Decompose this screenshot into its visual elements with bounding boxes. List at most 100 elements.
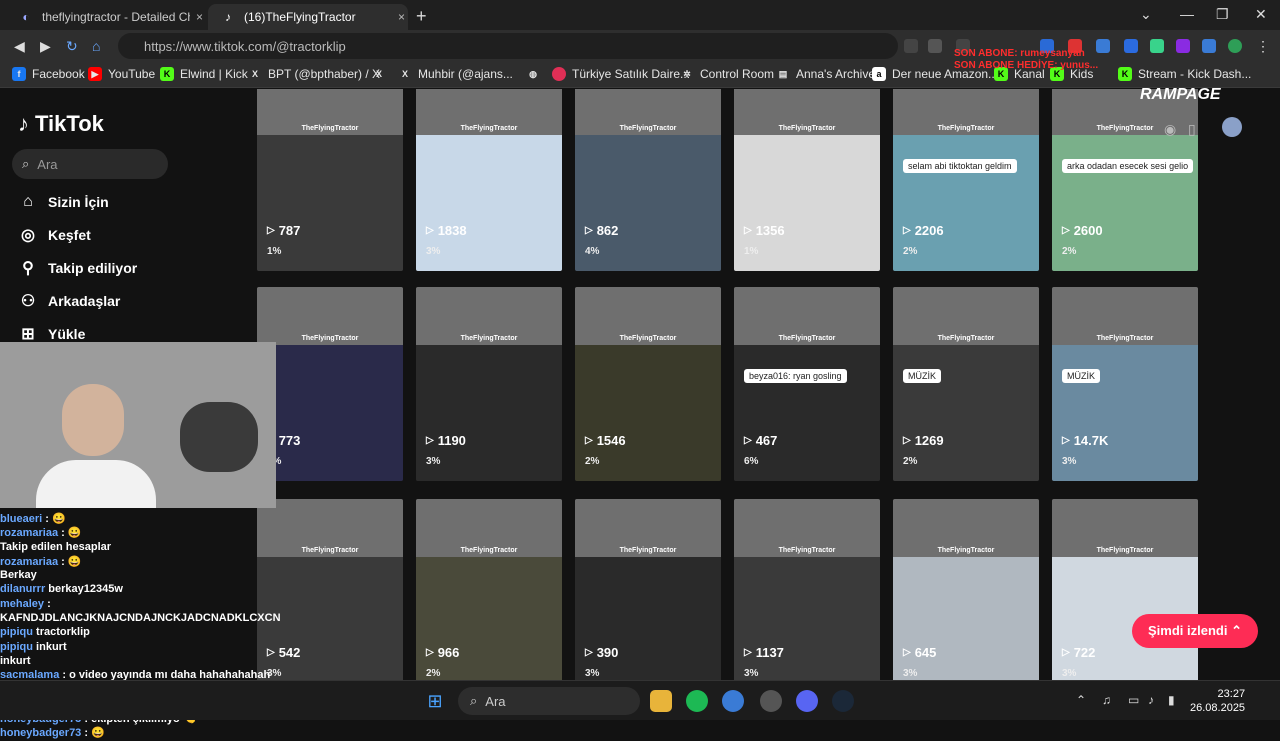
url-input[interactable]: https://www.tiktok.com/@tractorklip — [118, 33, 898, 59]
bookmark-bpt[interactable]: X BPT (@bpthaber) / X — [248, 67, 380, 81]
video-tile[interactable]: TheFlyingTractor ▷ 1190 3% — [416, 287, 562, 481]
play-icon: ▷ — [585, 647, 593, 658]
video-tile[interactable]: TheFlyingTractor ▷ 390 3% — [575, 499, 721, 680]
close-icon[interactable]: × — [398, 10, 405, 24]
streamer-face — [62, 384, 124, 456]
new-tab-button[interactable]: + — [416, 6, 427, 27]
engagement-percent: 3% — [585, 668, 600, 679]
avatar[interactable] — [1222, 117, 1242, 137]
phone-icon[interactable]: ▯ — [1188, 121, 1196, 138]
bookmark-control-room[interactable]: ✲ Control Room — [680, 67, 774, 81]
video-handle: TheFlyingTractor — [778, 547, 836, 554]
engagement-percent: 3% — [426, 246, 441, 257]
close-window-icon[interactable]: ✕ — [1255, 6, 1267, 23]
video-tile[interactable]: TheFlyingTractor ▷ 862 4% — [575, 89, 721, 271]
file-explorer-icon[interactable] — [650, 690, 672, 712]
chat-username: pipiqu — [0, 626, 33, 639]
bookmark-youtube[interactable]: ▶ YouTube — [88, 67, 155, 81]
extension-icon[interactable] — [1096, 39, 1110, 53]
tab-search-icon[interactable]: ⌄ — [1140, 6, 1152, 23]
chat-text: : 😀 — [81, 727, 105, 740]
video-tile[interactable]: TheFlyingTractor beyza016: ryan gosling ▷ 4… — [734, 287, 880, 481]
video-caption: MÜZİK — [903, 369, 941, 383]
menu-icon[interactable]: ⋮ — [1256, 38, 1270, 55]
video-tile[interactable]: TheFlyingTractor ▷ 787 1% — [257, 89, 403, 271]
streamscharts-icon: ◐ — [22, 10, 30, 24]
search-input[interactable]: ⌕ Ara — [12, 149, 168, 179]
video-tile[interactable]: TheFlyingTractor ▷ 1838 3% — [416, 89, 562, 271]
video-tile[interactable]: TheFlyingTractor ▷ 966 2% — [416, 499, 562, 680]
tiktok-logo[interactable]: ♪ TikTok — [18, 111, 104, 137]
minimize-icon[interactable]: — — [1180, 6, 1194, 22]
steam-icon[interactable] — [832, 690, 854, 712]
x-icon: X — [251, 69, 258, 79]
nav-explore[interactable]: ◎ Keşfet — [18, 223, 91, 247]
watched-now-button[interactable]: Şimdi izlendi ⌃ — [1132, 614, 1258, 648]
volume-icon[interactable]: ♪ — [1148, 693, 1154, 707]
bookmark-globe[interactable]: ◍ — [526, 67, 546, 81]
video-handle: TheFlyingTractor — [937, 125, 995, 132]
friends-icon: ⚇ — [20, 293, 36, 310]
video-tile[interactable]: TheFlyingTractor ▷ 645 3% — [893, 499, 1039, 680]
browser-icon[interactable] — [722, 690, 744, 712]
view-count: ▷ 2206 — [903, 223, 944, 238]
view-count: ▷ 1356 — [744, 223, 785, 238]
video-tile[interactable]: TheFlyingTractor▷7734% — [257, 287, 403, 481]
tab-detailed-channel[interactable]: ◐ theflyingtractor - Detailed Chann × — [6, 4, 206, 30]
bookmark-satilik[interactable]: Türkiye Satılık Daire... — [552, 67, 690, 81]
nav-friends[interactable]: ⚇ Arkadaşlar — [18, 289, 121, 313]
bookmark-kick-dash[interactable]: K Stream - Kick Dash... — [1118, 67, 1251, 81]
extension-icon[interactable] — [1176, 39, 1190, 53]
home-icon[interactable]: ⌂ — [92, 38, 100, 54]
extension-icon[interactable] — [1150, 39, 1164, 53]
play-icon: ▷ — [744, 435, 752, 446]
video-handle: TheFlyingTractor — [619, 335, 677, 342]
taskbar-search[interactable]: ⌕ Ara — [458, 687, 640, 715]
play-icon: ▷ — [1062, 435, 1070, 446]
video-tile[interactable]: TheFlyingTractor ▷ 722 3% — [1052, 499, 1198, 680]
spotify-icon[interactable] — [686, 690, 708, 712]
close-icon[interactable]: × — [196, 10, 203, 24]
clock[interactable]: 23:27 26.08.2025 — [1190, 687, 1245, 715]
coin-icon[interactable]: ◉ — [1164, 121, 1176, 138]
video-tile[interactable]: TheFlyingTractor ▷ 1546 2% — [575, 287, 721, 481]
bookmark-muhbir[interactable]: X Muhbir (@ajans... — [398, 67, 513, 81]
tab-tiktok[interactable]: ♪ (16)TheFlyingTractor × — [208, 4, 408, 30]
globe-icon: ◍ — [529, 68, 537, 79]
engagement-percent: 3% — [903, 668, 918, 679]
windows-start-icon[interactable]: ⊞ — [424, 690, 446, 712]
reload-icon[interactable]: ↻ — [66, 38, 78, 55]
engagement-percent: 2% — [585, 456, 600, 467]
bookmark-annas-archive[interactable]: ▤ Anna's Archive — [776, 67, 875, 81]
video-tile[interactable]: TheFlyingTractor selam abi tiktoktan geld… — [893, 89, 1039, 271]
video-tile[interactable]: TheFlyingTractor MÜZİK ▷ 14.7K 3% — [1052, 287, 1198, 481]
chat-message: mehaley : — [0, 598, 280, 612]
chevron-up-icon[interactable]: ⌃ — [1076, 693, 1086, 707]
battery-icon[interactable]: ▮ — [1168, 693, 1175, 707]
bookmark-x[interactable]: X — [372, 67, 392, 81]
bookmark-facebook[interactable]: f Facebook — [12, 67, 85, 81]
nav-for-you[interactable]: ⌂ Sizin İçin — [18, 190, 109, 214]
forward-icon[interactable]: ▶ — [40, 38, 51, 55]
video-tile[interactable]: TheFlyingTractor ▷ 1356 1% — [734, 89, 880, 271]
puzzle-icon[interactable] — [1124, 39, 1138, 53]
sidebar-icon[interactable] — [1202, 39, 1216, 53]
video-tile[interactable]: TheFlyingTractor arka odadan esecek sesi … — [1052, 89, 1198, 271]
profile-avatar[interactable] — [1228, 39, 1242, 53]
back-icon[interactable]: ◀ — [14, 38, 25, 55]
webcam-overlay — [0, 342, 276, 508]
maximize-icon[interactable]: ❐ — [1216, 6, 1229, 23]
network-icon[interactable]: ▭ — [1128, 693, 1139, 707]
bookmark-kick[interactable]: K Elwind | Kick — [160, 67, 248, 81]
view-count: ▷ 787 — [267, 223, 301, 238]
microphone-icon[interactable]: ♫ — [1102, 693, 1111, 707]
video-tile[interactable]: TheFlyingTractor MÜZİK ▷ 1269 2% — [893, 287, 1039, 481]
nav-following[interactable]: ⚲ Takip ediliyor — [18, 256, 137, 280]
discord-icon[interactable] — [796, 690, 818, 712]
view-count: ▷ 862 — [585, 223, 619, 238]
translate-icon[interactable] — [928, 39, 942, 53]
download-icon[interactable] — [904, 39, 918, 53]
obs-icon[interactable] — [760, 690, 782, 712]
video-tile[interactable]: TheFlyingTractor ▷ 1137 3% — [734, 499, 880, 680]
subscriber-alert: SON ABONE: rumeysanyan SON ABONE HEDİYE:… — [954, 48, 1099, 71]
